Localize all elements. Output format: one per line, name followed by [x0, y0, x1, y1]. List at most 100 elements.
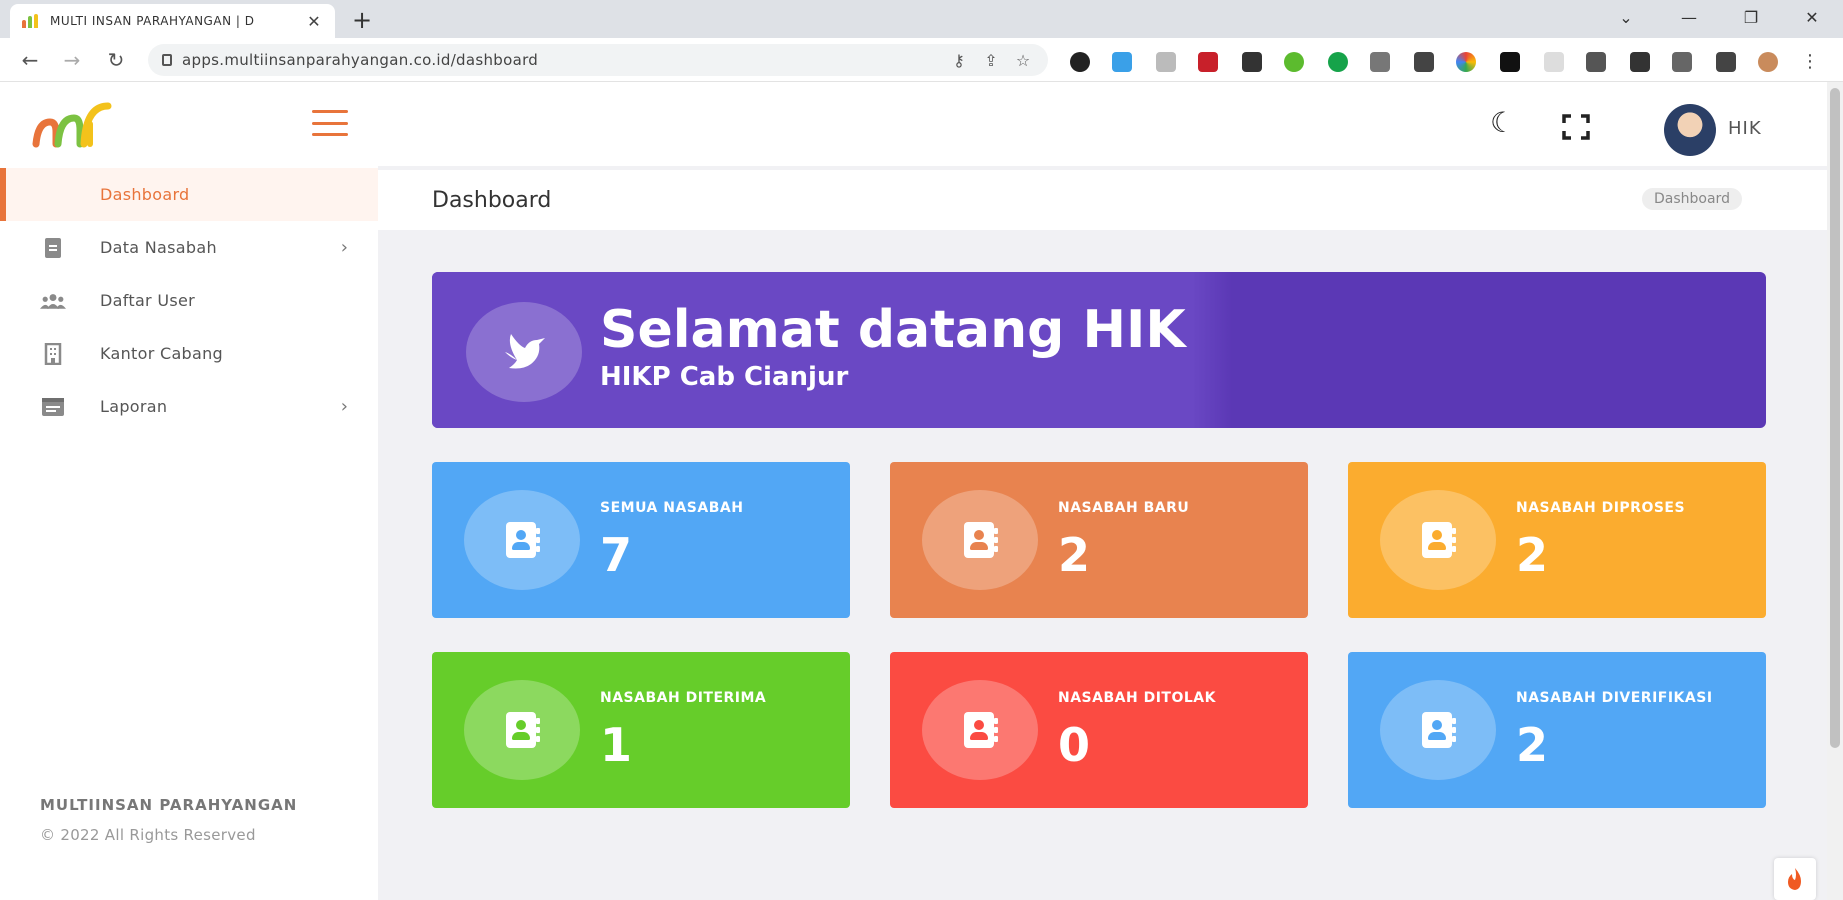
- sidebar-item-dashboard[interactable]: Dashboard: [0, 168, 378, 221]
- key-icon[interactable]: ⚷: [948, 51, 970, 70]
- welcome-banner: Selamat datang HIK HIKP Cab Cianjur: [432, 272, 1766, 428]
- document-icon: [40, 237, 66, 259]
- card-icon-wrap: [464, 680, 580, 780]
- window-close-button[interactable]: ✕: [1797, 4, 1827, 32]
- sidebar-item-label: Laporan: [100, 397, 168, 416]
- minimize-button[interactable]: —: [1674, 4, 1704, 32]
- building-icon: [40, 342, 66, 365]
- contact-book-icon: [960, 520, 1000, 560]
- card-label: NASABAH DIPROSES: [1516, 500, 1686, 516]
- extension-icon[interactable]: [1284, 52, 1304, 72]
- stat-card-nasabah-diterima[interactable]: NASABAH DITERIMA 1: [432, 652, 850, 808]
- address-bar[interactable]: apps.multiinsanparahyangan.co.id/dashboa…: [148, 44, 1048, 76]
- card-icon-wrap: [922, 490, 1038, 590]
- maximize-button[interactable]: ❐: [1736, 4, 1766, 32]
- main-content: Selamat datang HIK HIKP Cab Cianjur SEMU…: [378, 230, 1843, 900]
- browser-tab[interactable]: MULTI INSAN PARAHYANGAN | D ✕: [10, 4, 335, 38]
- page-header: Dashboard Dashboard: [378, 170, 1843, 230]
- welcome-subtitle: HIKP Cab Cianjur: [600, 362, 849, 392]
- username[interactable]: HIK: [1728, 118, 1762, 139]
- extension-icon[interactable]: [1070, 52, 1090, 72]
- browser-menu-icon[interactable]: ⋮: [1800, 52, 1820, 72]
- topbar: ☾ HIK: [378, 82, 1843, 166]
- sidebar-item-daftar-user[interactable]: Daftar User: [0, 274, 378, 327]
- extension-icon[interactable]: [1586, 52, 1606, 72]
- tab-title: MULTI INSAN PARAHYANGAN | D: [50, 14, 255, 28]
- flame-icon[interactable]: [1774, 858, 1816, 900]
- welcome-title: Selamat datang HIK: [600, 300, 1186, 360]
- new-tab-button[interactable]: +: [352, 6, 372, 34]
- extension-icon[interactable]: [1544, 52, 1564, 72]
- lock-icon: [162, 54, 172, 66]
- site-favicon-icon: [22, 14, 40, 28]
- extension-icon[interactable]: [1456, 52, 1476, 72]
- footer-copyright: © 2022 All Rights Reserved: [40, 826, 256, 844]
- extension-icon[interactable]: [1328, 52, 1348, 72]
- sidepanel-icon[interactable]: [1716, 52, 1736, 72]
- puzzle-icon[interactable]: [1630, 52, 1650, 72]
- stat-card-nasabah-diverifikasi[interactable]: NASABAH DIVERIFIKASI 2: [1348, 652, 1766, 808]
- extension-icon[interactable]: [1414, 52, 1434, 72]
- card-icon-wrap: [1380, 490, 1496, 590]
- extension-icon[interactable]: [1156, 52, 1176, 72]
- tab-close-icon[interactable]: ✕: [305, 12, 323, 31]
- url-text[interactable]: apps.multiinsanparahyangan.co.id/dashboa…: [182, 51, 938, 69]
- sidebar-item-laporan[interactable]: Laporan ›: [0, 380, 378, 433]
- card-value: 2: [1058, 528, 1091, 582]
- sidebar-menu: Dashboard Data Nasabah › Daftar User Kan…: [0, 168, 378, 433]
- chevron-right-icon: ›: [340, 396, 348, 417]
- sidebar-item-label: Kantor Cabang: [100, 344, 224, 363]
- profile-avatar-icon[interactable]: [1758, 52, 1778, 72]
- sidebar-item-label: Dashboard: [100, 185, 190, 204]
- dark-mode-toggle-icon[interactable]: ☾: [1490, 106, 1515, 139]
- banner-shade-edge: [1192, 272, 1232, 428]
- sidebar-item-label: Daftar User: [100, 291, 195, 310]
- extension-icon[interactable]: [1242, 52, 1262, 72]
- forward-icon[interactable]: →: [58, 46, 86, 74]
- card-label: NASABAH DIVERIFIKASI: [1516, 690, 1713, 706]
- footer-brand: MULTIINSAN PARAHYANGAN: [40, 796, 298, 814]
- fullscreen-icon[interactable]: [1562, 114, 1590, 140]
- extension-icon[interactable]: [1370, 52, 1390, 72]
- sidebar-item-kantor-cabang[interactable]: Kantor Cabang: [0, 327, 378, 380]
- stat-card-nasabah-ditolak[interactable]: NASABAH DITOLAK 0: [890, 652, 1308, 808]
- contact-book-icon: [1418, 710, 1458, 750]
- dove-icon: [466, 302, 582, 402]
- breadcrumb[interactable]: Dashboard: [1642, 188, 1742, 210]
- sidebar: Dashboard Data Nasabah › Daftar User Kan…: [0, 82, 378, 900]
- extension-icon[interactable]: [1112, 52, 1132, 72]
- browser-tabstrip: MULTI INSAN PARAHYANGAN | D ✕ + ⌄ — ❐ ✕: [0, 0, 1843, 38]
- bookmark-star-icon[interactable]: ☆: [1012, 51, 1034, 70]
- sidebar-item-data-nasabah[interactable]: Data Nasabah ›: [0, 221, 378, 274]
- card-label: NASABAH DITOLAK: [1058, 690, 1216, 706]
- stat-card-semua-nasabah[interactable]: SEMUA NASABAH 7: [432, 462, 850, 618]
- card-value: 2: [1516, 528, 1549, 582]
- users-icon: [40, 290, 66, 312]
- browser-toolbar: ← → ↻ apps.multiinsanparahyangan.co.id/d…: [0, 38, 1843, 82]
- reload-icon[interactable]: ↻: [102, 46, 130, 74]
- back-icon[interactable]: ←: [16, 46, 44, 74]
- stat-card-nasabah-diproses[interactable]: NASABAH DIPROSES 2: [1348, 462, 1766, 618]
- hamburger-menu-icon[interactable]: [312, 110, 348, 136]
- contact-book-icon: [960, 710, 1000, 750]
- extension-icon[interactable]: [1500, 52, 1520, 72]
- report-icon: [40, 396, 66, 418]
- card-value: 7: [600, 528, 633, 582]
- sidebar-item-label: Data Nasabah: [100, 238, 217, 257]
- avatar[interactable]: [1664, 104, 1716, 156]
- stat-card-nasabah-baru[interactable]: NASABAH BARU 2: [890, 462, 1308, 618]
- logo: [32, 102, 112, 148]
- page-title: Dashboard: [432, 188, 552, 213]
- card-value: 0: [1058, 718, 1091, 772]
- card-value: 2: [1516, 718, 1549, 772]
- extension-icon[interactable]: [1672, 52, 1692, 72]
- card-value: 1: [600, 718, 633, 772]
- contact-book-icon: [502, 520, 542, 560]
- scrollbar-thumb[interactable]: [1830, 88, 1840, 748]
- card-label: NASABAH DITERIMA: [600, 690, 767, 706]
- tab-search-icon[interactable]: ⌄: [1611, 4, 1641, 32]
- card-label: NASABAH BARU: [1058, 500, 1190, 516]
- share-icon[interactable]: ⇪: [980, 51, 1002, 70]
- extension-icon[interactable]: [1198, 52, 1218, 72]
- app: Dashboard Data Nasabah › Daftar User Kan…: [0, 82, 1843, 900]
